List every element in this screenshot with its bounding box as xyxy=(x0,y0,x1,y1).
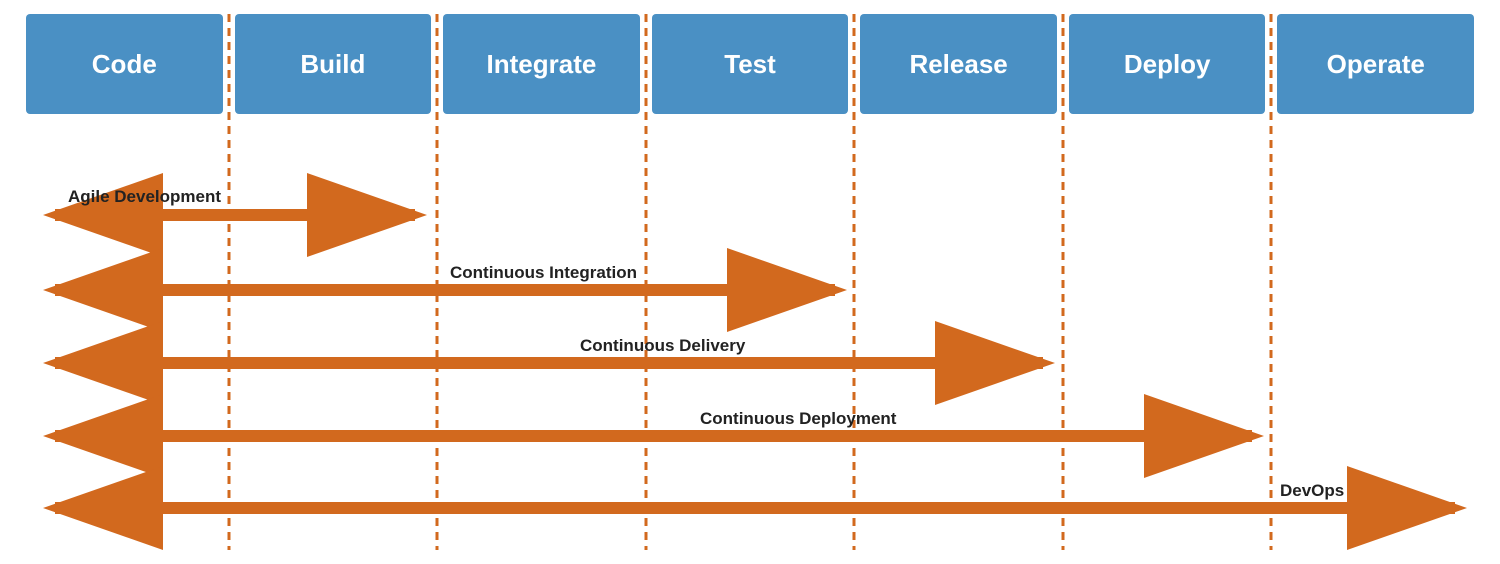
diagram: Code Build Integrate Test Release Deploy… xyxy=(0,0,1500,564)
arrows-svg: Agile Development Continuous Integration… xyxy=(0,0,1500,564)
cdeploy-label: Continuous Deployment xyxy=(700,409,897,428)
devops-label: DevOps xyxy=(1280,481,1344,500)
ci-label: Continuous Integration xyxy=(450,263,637,282)
cdel-label: Continuous Delivery xyxy=(580,336,746,355)
agile-label: Agile Development xyxy=(68,187,221,206)
